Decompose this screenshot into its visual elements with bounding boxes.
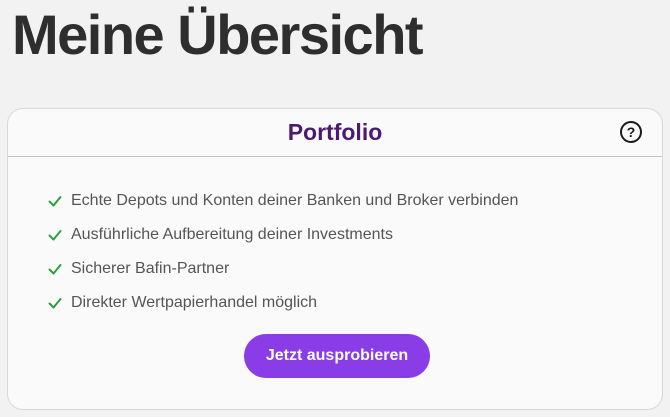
- check-icon: [48, 298, 62, 309]
- feature-label: Direkter Wertpapierhandel möglich: [71, 294, 318, 311]
- list-item: Direkter Wertpapierhandel möglich: [48, 286, 518, 320]
- portfolio-card: Portfolio ? Echte Depots und Konten dein…: [7, 108, 663, 410]
- feature-label: Echte Depots und Konten deiner Banken un…: [71, 192, 519, 209]
- card-header: Portfolio ?: [8, 109, 662, 157]
- feature-list: Echte Depots und Konten deiner Banken un…: [48, 184, 518, 320]
- check-icon: [48, 196, 62, 207]
- feature-label: Ausführliche Aufbereitung deiner Investm…: [71, 226, 393, 243]
- page-title: Meine Übersicht: [12, 3, 424, 66]
- try-now-button[interactable]: Jetzt ausprobieren: [244, 334, 430, 378]
- question-circle-icon[interactable]: ?: [620, 121, 642, 143]
- card-title: Portfolio: [287, 119, 383, 145]
- list-item: Echte Depots und Konten deiner Banken un…: [48, 184, 518, 218]
- check-icon: [48, 230, 62, 241]
- check-icon: [48, 264, 62, 275]
- list-item: Ausführliche Aufbereitung deiner Investm…: [48, 218, 518, 252]
- list-item: Sicherer Bafin-Partner: [48, 252, 518, 286]
- feature-label: Sicherer Bafin-Partner: [71, 260, 230, 277]
